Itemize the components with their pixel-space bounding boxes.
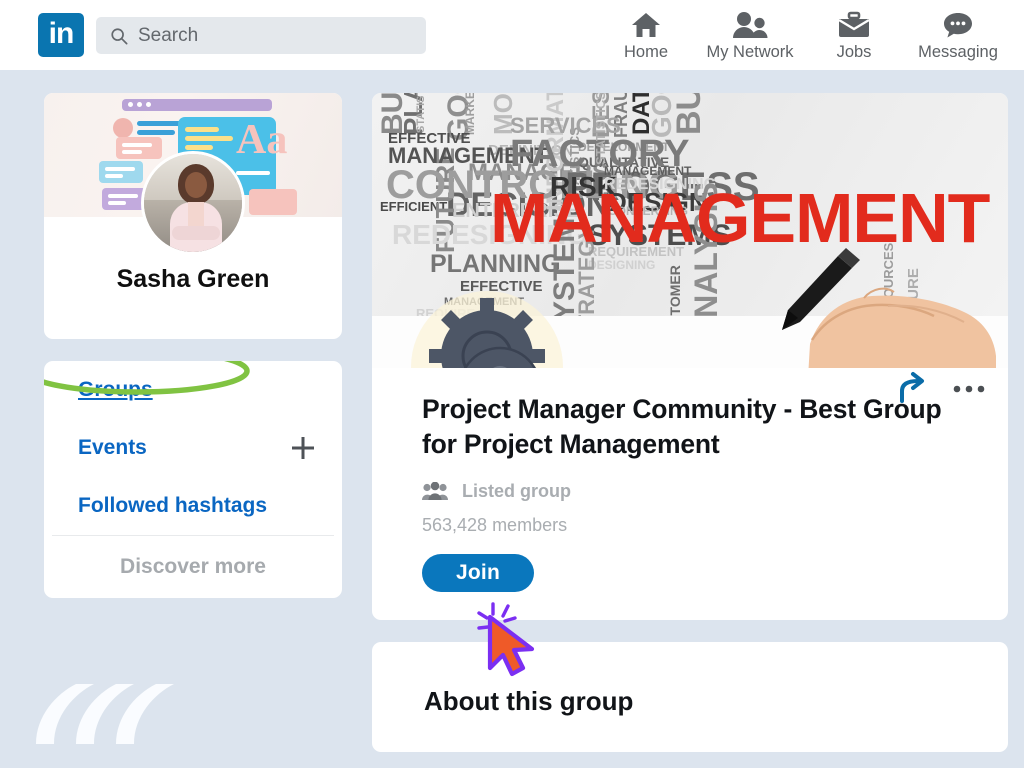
nav-label-home: Home bbox=[624, 43, 668, 62]
search-icon bbox=[110, 27, 128, 45]
nav-label-jobs: Jobs bbox=[837, 43, 872, 62]
main-column: EFFICIENTDEFINITIONMANAGERSDECISIONENTER… bbox=[372, 93, 1008, 752]
sidebar-item-events[interactable]: Events bbox=[44, 419, 342, 477]
share-icon[interactable] bbox=[896, 371, 930, 405]
chat-bubble-icon bbox=[942, 5, 974, 39]
group-logo bbox=[408, 288, 566, 368]
sidebar-item-followed-hashtags[interactable]: Followed hashtags bbox=[44, 477, 342, 535]
about-group-title: About this group bbox=[424, 686, 1008, 717]
word-cloud-word: MARKETIN bbox=[464, 93, 476, 135]
nav-label-my-network: My Network bbox=[706, 43, 793, 62]
group-type-row: Listed group bbox=[422, 481, 958, 502]
join-button[interactable]: Join bbox=[422, 554, 534, 592]
avatar bbox=[141, 151, 245, 255]
word-cloud-word: BUSINE bbox=[672, 93, 706, 135]
hand-with-pen-illustration bbox=[768, 248, 998, 368]
home-icon bbox=[631, 5, 661, 39]
profile-card[interactable]: Aa Sasha Green bbox=[44, 93, 342, 339]
word-cloud-word: STATISTICS bbox=[594, 93, 607, 165]
search-input[interactable]: Search bbox=[96, 17, 426, 54]
about-group-card: About this group bbox=[372, 642, 1008, 752]
word-cloud-word: STATISTIC bbox=[416, 93, 427, 133]
group-member-count: 563,428 members bbox=[422, 515, 958, 536]
people-icon bbox=[731, 5, 769, 39]
sidebar-menu-card: Groups Events Followed hashtags bbox=[44, 361, 342, 598]
banner-headline: MANAGEMENT bbox=[490, 183, 989, 253]
group-header-card: EFFICIENTDEFINITIONMANAGERSDECISIONENTER… bbox=[372, 93, 1008, 620]
sidebar-item-label-groups: Groups bbox=[78, 378, 153, 402]
sidebar-item-label-followed-hashtags: Followed hashtags bbox=[78, 494, 267, 518]
decorative-chevrons bbox=[32, 678, 200, 750]
group-details: Project Manager Community - Best Group f… bbox=[372, 368, 1008, 620]
group-title: Project Manager Community - Best Group f… bbox=[422, 392, 958, 462]
linkedin-group-page: in Search Home bbox=[0, 0, 1024, 768]
group-type-label: Listed group bbox=[462, 481, 571, 502]
more-options-icon[interactable] bbox=[952, 382, 986, 394]
plus-icon[interactable] bbox=[290, 435, 316, 461]
briefcase-icon bbox=[838, 5, 870, 39]
nav-item-my-network[interactable]: My Network bbox=[698, 5, 802, 62]
search-placeholder: Search bbox=[138, 25, 198, 47]
profile-name: Sasha Green bbox=[44, 265, 342, 294]
card-action-buttons bbox=[896, 371, 986, 405]
sidebar-item-groups[interactable]: Groups bbox=[44, 361, 342, 419]
linkedin-logo[interactable]: in bbox=[38, 13, 84, 57]
discover-more-button[interactable]: Discover more bbox=[44, 536, 342, 598]
green-highlight-circle bbox=[44, 361, 262, 397]
nav-item-home[interactable]: Home bbox=[594, 5, 698, 62]
left-sidebar: Aa Sasha Green Groups bbox=[44, 93, 342, 598]
top-navigation-bar: in Search Home bbox=[0, 0, 1024, 70]
sidebar-item-label-events: Events bbox=[78, 436, 147, 460]
nav-item-jobs[interactable]: Jobs bbox=[802, 5, 906, 62]
header-nav: Home My Network bbox=[594, 5, 1010, 62]
nav-item-messaging[interactable]: Messaging bbox=[906, 5, 1010, 62]
nav-label-messaging: Messaging bbox=[918, 43, 998, 62]
group-banner-image: EFFICIENTDEFINITIONMANAGERSDECISIONENTER… bbox=[372, 93, 1008, 368]
people-group-icon bbox=[422, 482, 448, 501]
